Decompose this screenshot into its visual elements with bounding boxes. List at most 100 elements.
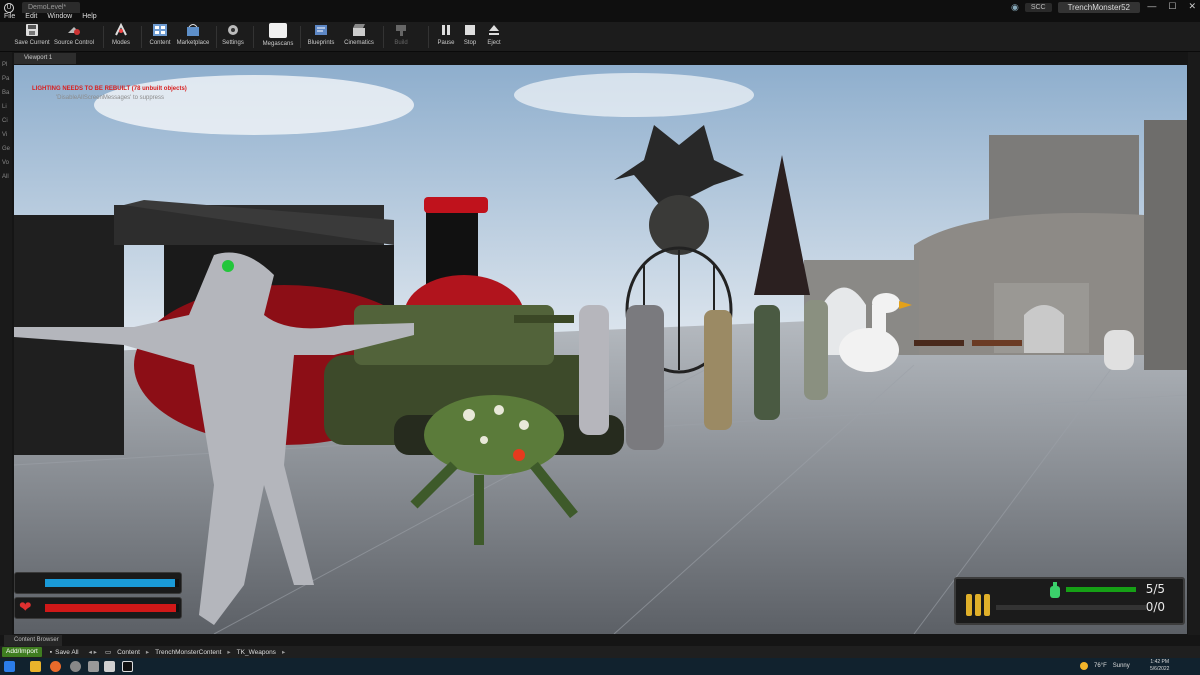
magazine-count: 5/5 <box>1145 582 1165 596</box>
reserve-count: 0/0 <box>1145 600 1165 614</box>
menu-help[interactable]: Help <box>82 13 96 20</box>
back-arrow-icon[interactable]: ◂ ▸ <box>89 648 97 656</box>
level-tab[interactable]: DemoLevel* <box>22 2 80 13</box>
level-viewport[interactable]: LIGHTING NEEDS TO BE REBUILT (78 unbuilt… <box>14 65 1187 634</box>
eject-button[interactable]: Eject <box>484 23 504 51</box>
breadcrumb-separator: ▸ <box>281 649 286 656</box>
maximize-button[interactable]: ☐ <box>1168 1 1176 12</box>
stop-icon <box>462 23 478 37</box>
menu-window[interactable]: Window <box>47 13 72 20</box>
panel-category[interactable]: Ci <box>2 118 8 124</box>
close-button[interactable]: ✕ <box>1188 1 1196 12</box>
toolbar-divider <box>253 26 254 48</box>
marketplace-icon <box>185 23 201 37</box>
viewport-tab[interactable]: Viewport 1 <box>14 53 76 64</box>
stamina-bar <box>14 572 182 594</box>
grenade-track <box>1066 587 1136 592</box>
toolbar-divider <box>383 26 384 48</box>
panel-category[interactable]: Vi <box>2 132 7 138</box>
toolbar-divider <box>428 26 429 48</box>
menu-edit[interactable]: Edit <box>25 13 37 20</box>
breadcrumb-content[interactable]: Content <box>117 649 140 656</box>
panel-category[interactable]: Pa <box>2 76 9 82</box>
weather-temp: 76°F <box>1094 663 1107 669</box>
content-button[interactable]: Content <box>148 23 172 51</box>
weather-widget[interactable]: 76°F Sunny <box>1080 662 1130 670</box>
blueprints-icon <box>313 23 329 37</box>
panel-category[interactable]: All <box>2 174 9 180</box>
toolbar-divider <box>103 26 104 48</box>
app-icon[interactable] <box>88 661 99 672</box>
minimize-button[interactable]: — <box>1147 1 1156 12</box>
app-icon[interactable] <box>104 661 115 672</box>
lighting-warning: LIGHTING NEEDS TO BE REBUILT (78 unbuilt… <box>32 86 187 92</box>
save-icon <box>24 23 40 37</box>
marketplace-button[interactable]: Marketplace <box>175 23 211 51</box>
cinematics-button[interactable]: Cinematics <box>342 23 376 51</box>
menu-file[interactable]: File <box>4 13 15 20</box>
title-right-area: ◉ SCC TrenchMonster52 <box>1011 2 1140 13</box>
toolbar-divider <box>300 26 301 48</box>
stamina-track <box>45 579 179 587</box>
panel-category[interactable]: Vo <box>2 160 9 166</box>
save-current-button[interactable]: Save Current <box>14 23 50 51</box>
build-button[interactable]: Build <box>390 23 412 51</box>
clock-time: 1:42 PM <box>1150 659 1170 665</box>
settings-button[interactable]: Settings <box>220 23 246 51</box>
content-browser-toolbar: Add/Import ▪ Save All ◂ ▸ ▭ Content ▸ Tr… <box>0 646 1200 658</box>
build-icon <box>393 23 409 37</box>
clapperboard-icon <box>351 23 367 37</box>
notification-icon[interactable]: ◉ <box>1011 2 1019 13</box>
clock-date: 5/6/2022 <box>1150 666 1170 672</box>
megascans-button[interactable]: Megascans <box>260 23 296 51</box>
breadcrumb-folder[interactable]: TrenchMonsterContent <box>155 649 221 656</box>
content-browser-tab[interactable]: Content Browser <box>4 635 62 646</box>
heart-icon: ❤ <box>19 599 32 616</box>
toolbar-divider <box>216 26 217 48</box>
unreal-logo-icon: U <box>4 3 14 13</box>
title-bar: U DemoLevel* File Edit Window Help ◉ SCC… <box>0 0 1200 22</box>
firefox-icon[interactable] <box>50 661 61 672</box>
start-icon[interactable] <box>4 661 15 672</box>
save-all-button[interactable]: Save All <box>55 649 79 656</box>
game-scene <box>14 65 1187 634</box>
source-control-status[interactable]: SCC <box>1024 3 1052 12</box>
sun-icon <box>1080 662 1088 670</box>
panel-category[interactable]: Ba <box>2 90 9 96</box>
place-actors-panel: Pl Pa Ba Li Ci Vi Ge Vo All <box>0 52 12 635</box>
reserve-track <box>996 605 1146 610</box>
file-explorer-icon[interactable] <box>30 661 41 672</box>
pause-icon <box>438 23 454 37</box>
panel-category[interactable]: Ge <box>2 146 10 152</box>
details-panel-stub <box>1188 52 1200 635</box>
eject-icon <box>486 23 502 37</box>
health-fill <box>45 604 177 612</box>
add-import-button[interactable]: Add/Import <box>2 647 42 657</box>
grenade-icon <box>1050 582 1060 598</box>
source-control-button[interactable]: Source Control <box>53 23 95 51</box>
stamina-fill <box>45 579 175 587</box>
windows-taskbar: 76°F Sunny 1:42 PM 5/6/2022 <box>0 658 1200 675</box>
content-browser-tabbar: Content Browser <box>0 635 1200 646</box>
content-icon <box>152 23 168 37</box>
source-control-icon <box>66 23 82 37</box>
stop-button[interactable]: Stop <box>461 23 479 51</box>
player-status-hud: ❤ <box>14 570 184 622</box>
modes-icon <box>113 23 129 37</box>
panel-category[interactable]: Pl <box>2 62 7 68</box>
menu-bar: File Edit Window Help <box>4 13 97 20</box>
modes-button[interactable]: Modes <box>108 23 134 51</box>
system-clock[interactable]: 1:42 PM 5/6/2022 <box>1150 659 1169 673</box>
breadcrumb-folder[interactable]: TK_Weapons <box>237 649 276 656</box>
chrome-icon[interactable] <box>70 661 81 672</box>
pause-button[interactable]: Pause <box>436 23 456 51</box>
unreal-engine-icon[interactable] <box>122 661 133 672</box>
lighting-hint: 'DisableAllScreenMessages' to suppress <box>56 95 165 101</box>
ammo-hud: 5/5 0/0 <box>954 577 1185 625</box>
save-icon: ▪ <box>49 648 53 656</box>
panel-category[interactable]: Li <box>2 104 7 110</box>
window-controls: — ☐ ✕ <box>1147 1 1196 12</box>
blueprints-button[interactable]: Blueprints <box>304 23 338 51</box>
grenade-fill <box>1066 587 1136 592</box>
breadcrumb-separator: ▸ <box>145 649 150 656</box>
